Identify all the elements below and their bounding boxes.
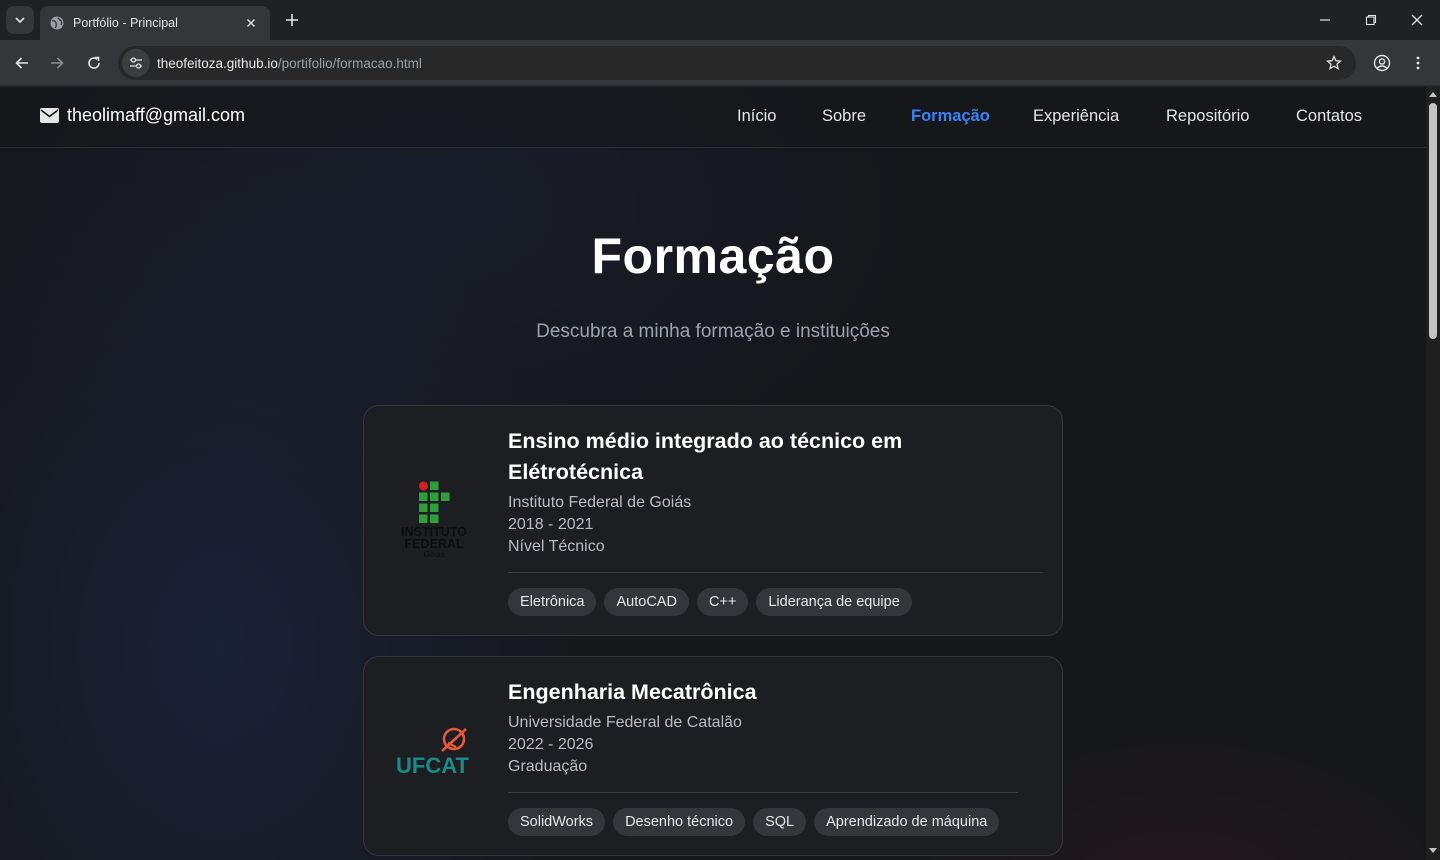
close-window-button[interactable] xyxy=(1394,0,1440,40)
scroll-down-icon[interactable] xyxy=(1429,847,1437,855)
scroll-up-icon[interactable] xyxy=(1429,90,1437,98)
restore-icon xyxy=(1365,14,1377,26)
reload-icon xyxy=(88,56,100,69)
close-tab-icon[interactable] xyxy=(242,14,260,32)
address-bar[interactable]: theofeitoza.github.io/portifolio/formaca… xyxy=(118,46,1356,80)
browser-tab[interactable]: Portfólio - Principal xyxy=(40,6,270,40)
minimize-button[interactable] xyxy=(1302,0,1348,40)
email-link[interactable]: theolimaff@gmail.com xyxy=(40,105,245,126)
page-viewport: theolimaff@gmail.com Início Sobre Formaç… xyxy=(0,87,1426,860)
education-level: Graduação xyxy=(508,758,588,775)
back-button[interactable] xyxy=(8,49,36,77)
url-path: /portifolio/formacao.html xyxy=(277,55,422,71)
page-subtitle: Descubra a minha formação e instituições xyxy=(536,321,890,342)
tab-title: Portfólio - Principal xyxy=(73,16,178,30)
arrow-right-icon xyxy=(51,57,64,69)
skill-tag: Aprendizado de máquina xyxy=(814,808,1000,836)
arrow-left-icon xyxy=(15,57,28,69)
skill-tag: Desenho técnico xyxy=(613,808,746,836)
education-institution: Instituto Federal de Goiás xyxy=(508,494,692,511)
envelope-icon xyxy=(40,108,59,123)
skill-tag: SQL xyxy=(753,808,807,836)
skill-tag: Liderança de equipe xyxy=(756,588,912,616)
skill-tags: Eletrônica AutoCAD C++ Liderança de equi… xyxy=(508,588,1043,616)
page-scrollbar[interactable] xyxy=(1426,87,1440,860)
skill-tag: SolidWorks xyxy=(508,808,606,836)
skill-tag: Eletrônica xyxy=(508,588,597,616)
minimize-icon xyxy=(1320,19,1330,21)
globe-icon xyxy=(50,16,64,30)
email-text: theolimaff@gmail.com xyxy=(67,105,246,125)
skill-tag: AutoCAD xyxy=(604,588,689,616)
svg-text:Goiás: Goiás xyxy=(424,550,445,559)
skill-tags: SolidWorks Desenho técnico SQL Aprendiza… xyxy=(508,808,1043,836)
browser-toolbar: theofeitoza.github.io/portifolio/formaca… xyxy=(0,40,1440,86)
chevron-down-icon xyxy=(15,17,25,24)
education-period: 2018 - 2021 xyxy=(508,516,594,533)
nav-inicio[interactable]: Início xyxy=(737,107,776,126)
divider xyxy=(508,572,1043,573)
url-text: theofeitoza.github.io/portifolio/formaca… xyxy=(157,56,422,71)
education-institution: Universidade Federal de Catalão xyxy=(508,714,742,731)
education-card-body: Engenharia Mecatrônica Universidade Fede… xyxy=(508,677,1043,836)
browser-menu-button[interactable] xyxy=(1404,49,1432,77)
education-period: 2022 - 2026 xyxy=(508,736,594,753)
site-info-button[interactable] xyxy=(122,49,150,77)
tab-search-button[interactable] xyxy=(6,6,34,34)
profile-button[interactable] xyxy=(1368,49,1396,77)
education-title: Engenharia Mecatrônica xyxy=(508,680,757,704)
site-header: theolimaff@gmail.com Início Sobre Formaç… xyxy=(0,87,1426,148)
education-title: Ensino médio integrado ao técnico em Elé… xyxy=(508,429,903,484)
ufcat-logo: UFCAT xyxy=(392,725,476,815)
education-card-body: Ensino médio integrado ao técnico em Elé… xyxy=(508,426,1043,616)
ifg-logo: INSTITUTO FEDERAL Goiás xyxy=(392,474,476,564)
bookmark-star-button[interactable] xyxy=(1324,53,1344,73)
divider xyxy=(508,792,1018,793)
restore-button[interactable] xyxy=(1348,0,1394,40)
forward-button[interactable] xyxy=(43,49,71,77)
star-icon xyxy=(1326,55,1342,70)
close-icon xyxy=(1411,14,1423,26)
page-title: Formação xyxy=(591,228,835,284)
education-card: INSTITUTO FEDERAL Goiás Ensino médio int… xyxy=(363,405,1063,636)
more-vertical-icon xyxy=(1416,56,1420,70)
education-level: Nível Técnico xyxy=(508,538,605,555)
nav-contatos[interactable]: Contatos xyxy=(1296,107,1362,126)
skill-tag: C++ xyxy=(696,588,749,616)
scroll-thumb[interactable] xyxy=(1429,103,1437,339)
new-tab-button[interactable] xyxy=(280,8,304,32)
url-host: theofeitoza.github.io xyxy=(157,55,278,71)
nav-formacao[interactable]: Formação xyxy=(911,107,990,126)
svg-text:FEDERAL: FEDERAL xyxy=(404,537,463,551)
reload-button[interactable] xyxy=(80,49,108,77)
tune-icon xyxy=(130,57,142,69)
education-card: UFCAT Engenharia Mecatrônica Universidad… xyxy=(363,656,1063,856)
browser-tabstrip: Portfólio - Principal xyxy=(0,0,1440,40)
nav-repositorio[interactable]: Repositório xyxy=(1166,107,1249,126)
nav-sobre[interactable]: Sobre xyxy=(822,107,866,126)
nav-experiencia[interactable]: Experiência xyxy=(1033,107,1119,126)
plus-icon xyxy=(286,14,298,26)
profile-icon xyxy=(1373,54,1391,72)
svg-text:UFCAT: UFCAT xyxy=(396,753,469,778)
